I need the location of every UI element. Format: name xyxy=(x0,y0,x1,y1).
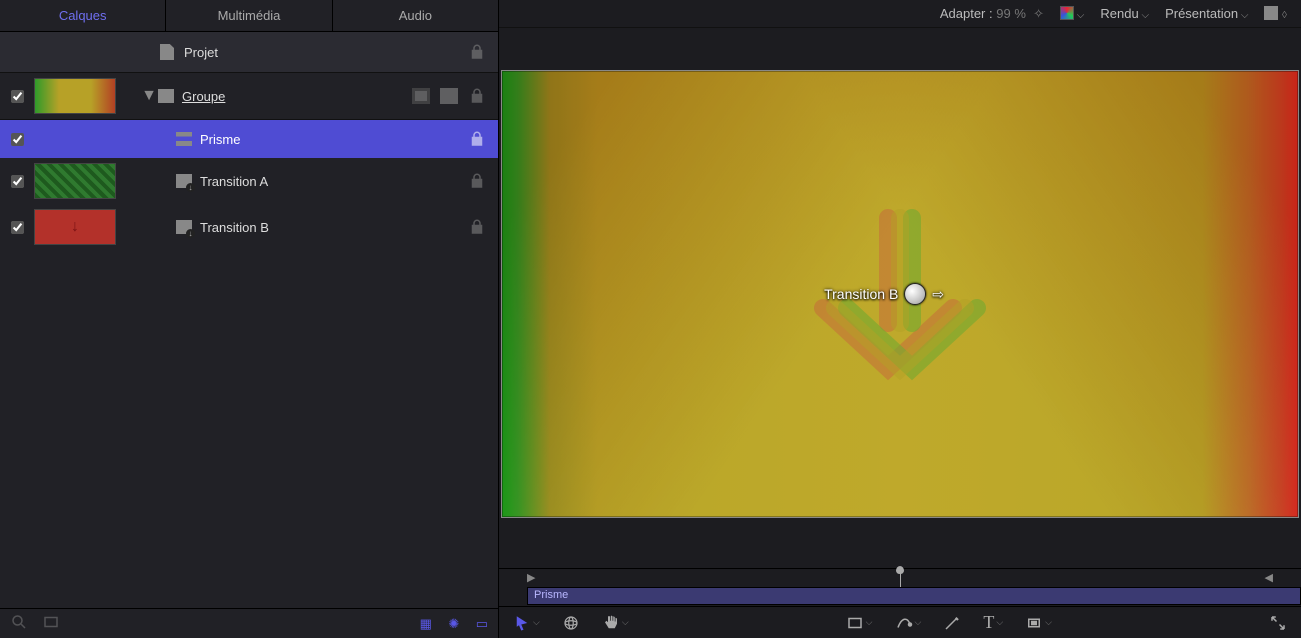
canvas-overlay-label: Transition B xyxy=(824,286,898,302)
layer-list: Projet ▼ Groupe Prisme xyxy=(0,32,498,608)
group-label: Groupe xyxy=(182,89,225,104)
placeholder-icon xyxy=(176,174,192,188)
document-icon xyxy=(160,44,174,60)
left-panel-footer: ▦ ✺ ▭ xyxy=(0,608,498,638)
group-visible-checkbox[interactable] xyxy=(11,90,24,103)
project-label: Projet xyxy=(184,45,218,60)
anchor-point-handle[interactable] xyxy=(904,283,926,305)
layer-row-transition-a[interactable]: Transition A xyxy=(0,158,498,204)
square-icon xyxy=(1264,6,1278,20)
layer-mode-icon[interactable] xyxy=(440,88,458,104)
prisme-label: Prisme xyxy=(200,132,240,147)
transition-a-visible-checkbox[interactable] xyxy=(11,175,24,188)
panel-tabs: Calques Multimédia Audio xyxy=(0,0,498,32)
canvas[interactable]: Transition B ⇨ xyxy=(501,70,1299,518)
color-space-menu[interactable] xyxy=(1060,6,1084,21)
mini-playhead[interactable] xyxy=(900,569,901,587)
3d-transform-tool[interactable] xyxy=(562,614,580,632)
view-menu[interactable]: Présentation xyxy=(1165,6,1248,21)
tab-audio[interactable]: Audio xyxy=(333,0,498,31)
stepper-icon: ✧ xyxy=(1030,6,1045,21)
lock-icon[interactable] xyxy=(468,43,486,61)
layer-row-prisme[interactable]: Prisme xyxy=(0,120,498,158)
placeholder-icon xyxy=(176,220,192,234)
transition-b-visible-checkbox[interactable] xyxy=(11,221,24,234)
group-icon xyxy=(158,89,174,103)
transition-a-label: Transition A xyxy=(200,174,268,189)
filter-icon xyxy=(176,132,192,146)
tab-media[interactable]: Multimédia xyxy=(166,0,332,31)
channel-menu[interactable]: ◊ xyxy=(1264,6,1287,21)
left-panel: Calques Multimédia Audio Projet ▼ Groupe xyxy=(0,0,498,638)
lock-icon[interactable] xyxy=(468,87,486,105)
color-swatch-icon xyxy=(1060,6,1074,20)
paint-stroke-tool[interactable] xyxy=(943,614,961,632)
text-tool[interactable]: T⌵ xyxy=(983,612,1003,633)
footer-right-icons: ▦ ✺ ▭ xyxy=(408,615,488,633)
tab-layers[interactable]: Calques xyxy=(0,0,166,31)
drop-zone-arrow-icon: ⇨ xyxy=(932,286,944,303)
right-panel: Adapter : 99 % ✧ Rendu Présentation ◊ Tr… xyxy=(498,0,1301,638)
layer-row-project[interactable]: Projet xyxy=(0,32,498,72)
select-tool[interactable]: ⌵ xyxy=(513,614,540,632)
group-thumbnail xyxy=(34,78,116,114)
gear-icon[interactable]: ✺ xyxy=(448,616,459,631)
layer-row-group[interactable]: ▼ Groupe xyxy=(0,72,498,120)
mask-toggle-icon[interactable]: ▦ xyxy=(420,616,432,631)
render-menu[interactable]: Rendu xyxy=(1100,6,1149,21)
transition-b-thumbnail xyxy=(34,209,116,245)
canvas-overlay-label-group: Transition B ⇨ xyxy=(824,283,944,305)
search-icon[interactable] xyxy=(10,613,28,634)
prisme-visible-checkbox[interactable] xyxy=(11,133,24,146)
transition-b-label: Transition B xyxy=(200,220,269,235)
fit-menu[interactable]: Adapter : 99 % ✧ xyxy=(940,6,1044,22)
canvas-area: Transition B ⇨ xyxy=(499,28,1301,568)
mask-tool[interactable]: ⌵ xyxy=(1025,614,1052,632)
mini-timeline[interactable]: ▶ ◀ Prisme xyxy=(499,568,1301,606)
in-point-marker-icon[interactable]: ▶ xyxy=(527,571,535,584)
bezier-tool[interactable]: ⌵ xyxy=(895,614,922,632)
rectangle-tool[interactable]: ⌵ xyxy=(846,614,873,632)
mini-timeline-clip[interactable]: Prisme xyxy=(527,587,1301,605)
frame-icon[interactable] xyxy=(42,613,60,634)
lock-icon[interactable] xyxy=(468,218,486,236)
pan-tool[interactable]: ⌵ xyxy=(602,614,629,632)
transition-a-thumbnail xyxy=(34,163,116,199)
canvas-tool-bar: ⌵ ⌵ ⌵ ⌵ T⌵ ⌵ xyxy=(499,606,1301,638)
lock-icon[interactable] xyxy=(468,130,486,148)
disclosure-triangle-icon[interactable]: ▼ xyxy=(140,87,158,105)
canvas-top-bar: Adapter : 99 % ✧ Rendu Présentation ◊ xyxy=(499,0,1301,28)
lock-icon[interactable] xyxy=(468,172,486,190)
panels-icon[interactable]: ▭ xyxy=(476,616,488,631)
isolation-icon[interactable] xyxy=(412,88,430,104)
layer-row-transition-b[interactable]: Transition B xyxy=(0,204,498,250)
expand-icon[interactable] xyxy=(1269,614,1287,632)
out-point-marker-icon[interactable]: ◀ xyxy=(1265,571,1273,584)
